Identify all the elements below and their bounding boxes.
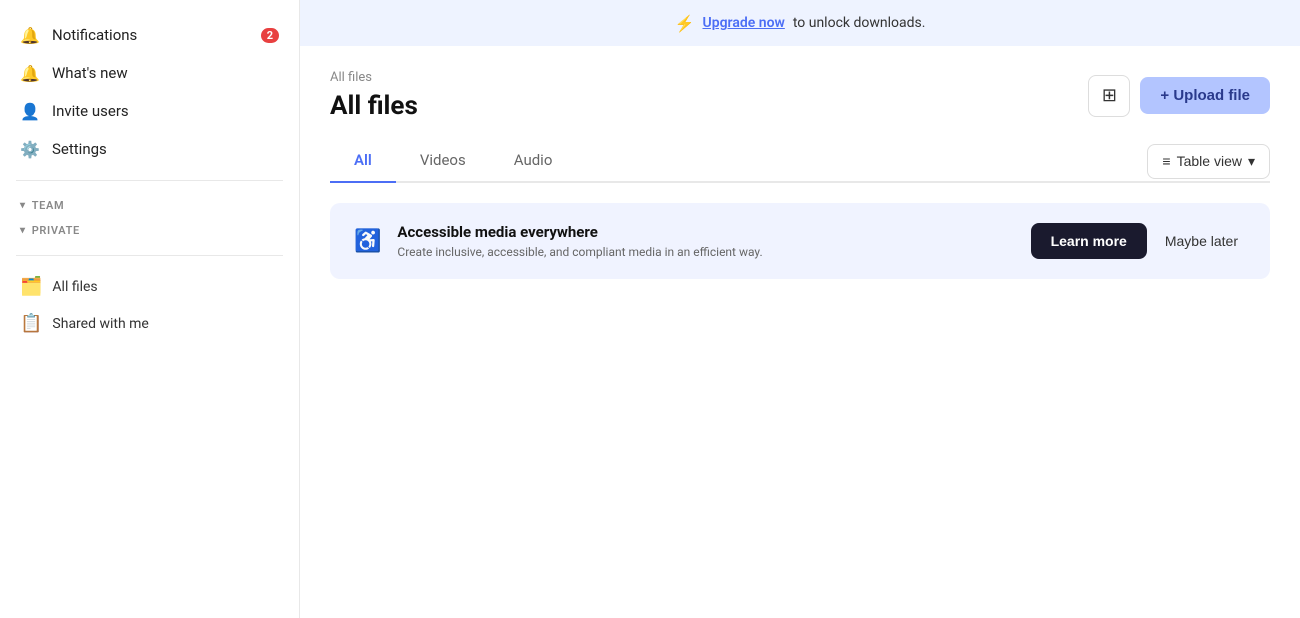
shared-with-me-label: Shared with me [52,316,148,332]
sidebar-item-invite-users-label: Invite users [52,102,129,120]
table-view-button[interactable]: ≡ Table view ▾ [1147,144,1270,179]
promo-banner: ♿ Accessible media everywhere Create inc… [330,203,1270,279]
all-files-folder-icon: 🗂️ [20,276,42,297]
promo-description: Create inclusive, accessible, and compli… [397,245,1014,259]
add-to-folder-button[interactable]: ⊞ [1088,75,1130,117]
promo-actions: Learn more Maybe later [1031,223,1246,259]
gear-icon: ⚙️ [20,139,40,159]
page-title: All files [330,91,418,121]
accessibility-icon: ♿ [354,229,381,254]
maybe-later-button[interactable]: Maybe later [1157,223,1246,259]
table-view-chevron-icon: ▾ [1248,153,1255,170]
main-content: ⚡ Upgrade now to unlock downloads. All f… [300,0,1300,618]
tab-all[interactable]: All [330,141,396,183]
learn-more-button[interactable]: Learn more [1031,223,1147,259]
chevron-team-icon: ▾ [20,200,26,211]
add-folder-icon: ⊞ [1102,85,1117,106]
content-area: All files All files ⊞ + Upload file All … [300,46,1300,618]
banner-text: to unlock downloads. [793,15,926,31]
sidebar-item-shared-with-me[interactable]: 📋 Shared with me [0,305,299,342]
tab-audio[interactable]: Audio [490,141,577,183]
table-view-icon: ≡ [1162,153,1170,169]
header-actions: ⊞ + Upload file [1088,75,1270,117]
bell-icon: 🔔 [20,25,40,45]
sidebar-item-whats-new[interactable]: 🔔 What's new [0,54,299,92]
tabs-row: All Videos Audio ≡ Table view ▾ [330,141,1270,183]
table-view-label: Table view [1177,153,1242,169]
promo-title: Accessible media everywhere [397,223,1014,241]
chevron-private-icon: ▾ [20,225,26,236]
whats-new-icon: 🔔 [20,63,40,83]
page-header: All files All files ⊞ + Upload file [330,70,1270,121]
lightning-icon: ⚡ [675,14,695,33]
sidebar-divider-2 [16,255,283,256]
section-header-private[interactable]: ▾ PRIVATE [0,218,299,243]
tab-videos[interactable]: Videos [396,141,490,183]
section-team-label: TEAM [32,199,65,212]
sidebar-item-notifications-label: Notifications [52,26,137,44]
promo-text-block: Accessible media everywhere Create inclu… [397,223,1014,259]
sidebar-item-all-files[interactable]: 🗂️ All files [0,268,299,305]
sidebar-divider [16,180,283,181]
upgrade-link[interactable]: Upgrade now [703,15,785,31]
upload-label: + Upload file [1160,87,1250,104]
shared-folder-icon: 📋 [20,313,42,334]
all-files-label: All files [52,279,97,295]
section-header-team[interactable]: ▾ TEAM [0,193,299,218]
upload-file-button[interactable]: + Upload file [1140,77,1270,114]
sidebar-item-notifications[interactable]: 🔔 Notifications 2 [0,16,299,54]
sidebar-item-invite-users[interactable]: 👤 Invite users [0,92,299,130]
breadcrumb: All files [330,70,418,85]
upgrade-banner: ⚡ Upgrade now to unlock downloads. [300,0,1300,46]
sidebar-nav: 🔔 Notifications 2 🔔 What's new 👤 Invite … [0,16,299,168]
tabs-list: All Videos Audio [330,141,576,181]
page-title-block: All files All files [330,70,418,121]
sidebar: 🔔 Notifications 2 🔔 What's new 👤 Invite … [0,0,300,618]
sidebar-item-settings-label: Settings [52,140,107,158]
sidebar-item-whats-new-label: What's new [52,64,128,82]
sidebar-item-settings[interactable]: ⚙️ Settings [0,130,299,168]
notifications-badge: 2 [261,28,279,43]
user-icon: 👤 [20,101,40,121]
section-private-label: PRIVATE [32,224,80,237]
